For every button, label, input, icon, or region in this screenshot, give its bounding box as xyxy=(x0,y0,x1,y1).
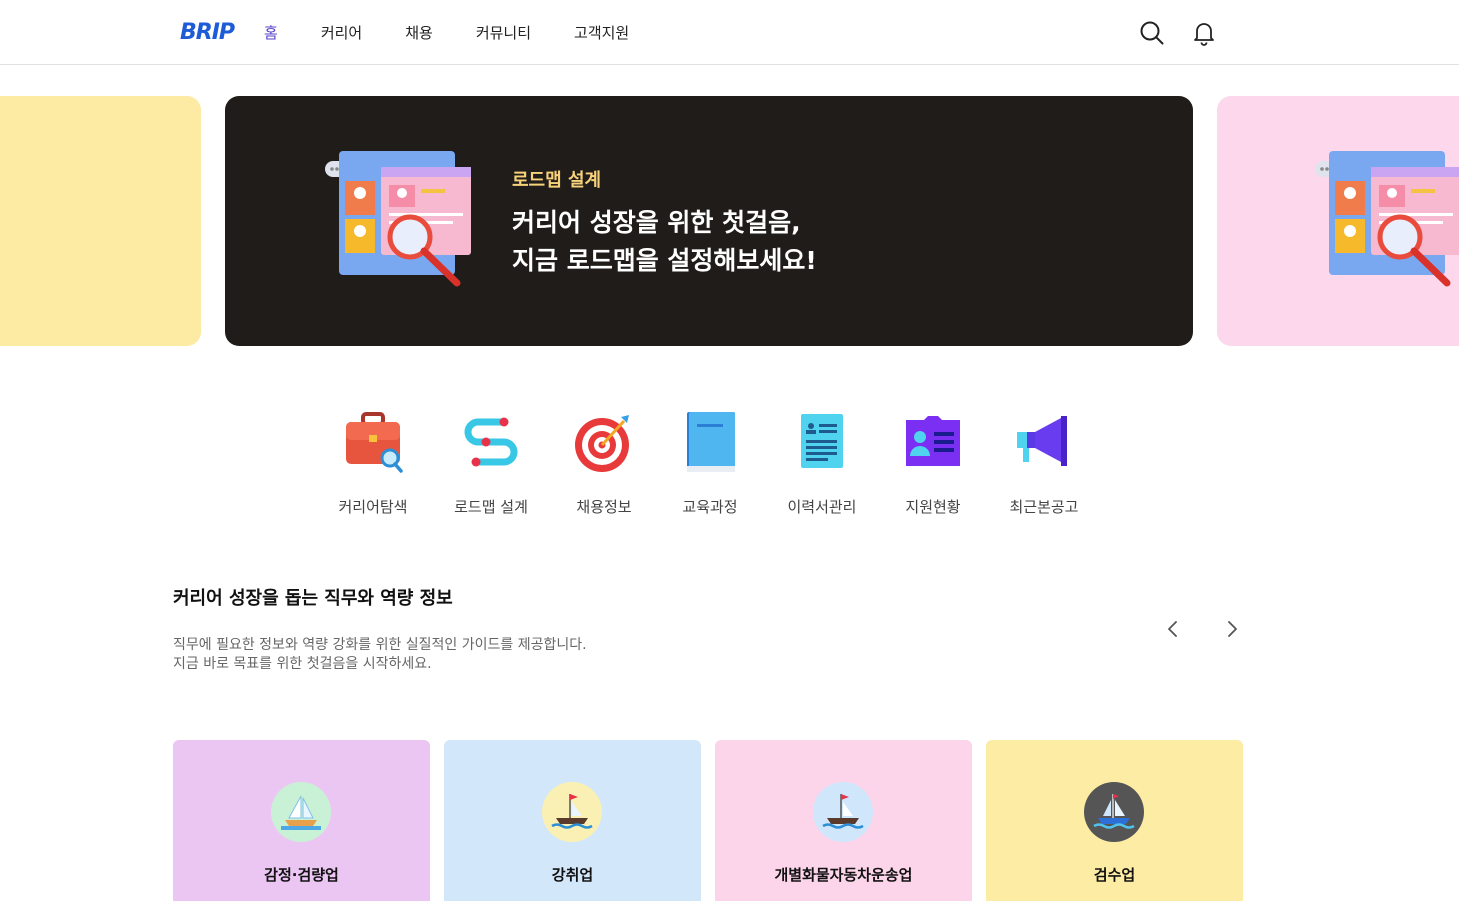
quick-label: 교육과정 xyxy=(682,498,738,516)
sailboat-icon xyxy=(1084,782,1144,842)
quick-recruit-info[interactable]: 채용정보 xyxy=(549,408,659,517)
nav-home[interactable]: 홈 xyxy=(264,22,278,43)
nav-support[interactable]: 고객지원 xyxy=(574,22,629,43)
nav-community[interactable]: 커뮤니티 xyxy=(476,22,531,43)
quick-education[interactable]: 교육과정 xyxy=(655,408,765,517)
card-label: 강취업 xyxy=(551,866,594,884)
target-dart-icon xyxy=(569,408,639,478)
quick-recent-postings[interactable]: 최근본공고 xyxy=(989,408,1099,517)
section-desc-line2: 지금 바로 목표를 위한 첫걸음을 시작하세요. xyxy=(173,656,432,672)
quick-label: 채용정보 xyxy=(576,498,632,516)
quick-label: 지원현황 xyxy=(905,498,961,516)
resume-magnifier-illustration xyxy=(1315,151,1459,295)
section-desc-line1: 직무에 필요한 정보와 역량 강화를 위한 실질적인 가이드를 제공합니다. xyxy=(173,637,587,653)
ship-icon xyxy=(813,782,873,842)
job-card[interactable]: 강취업 xyxy=(444,740,701,901)
brip-logo[interactable]: BRIP xyxy=(180,20,235,45)
quick-resume-manage[interactable]: 이력서관리 xyxy=(767,408,877,517)
resume-magnifier-illustration xyxy=(325,151,475,295)
quick-label: 커리어탐색 xyxy=(338,498,408,516)
job-card[interactable]: 개별화물자동차운송업 xyxy=(715,740,972,901)
bell-icon[interactable] xyxy=(1191,20,1217,46)
quick-application-status[interactable]: 지원현황 xyxy=(878,408,988,517)
chevron-right-icon[interactable] xyxy=(1219,616,1245,642)
card-label: 검수업 xyxy=(1093,866,1136,884)
card-label: 감정·검량업 xyxy=(264,866,339,884)
nav-career[interactable]: 커리어 xyxy=(321,22,362,43)
roadmap-path-icon xyxy=(456,408,526,478)
nav-recruit[interactable]: 채용 xyxy=(405,22,433,43)
quick-label: 최근본공고 xyxy=(1009,498,1079,516)
banner-slide-current[interactable]: 로드맵 설계 커리어 성장을 위한 첫걸음, 지금 로드맵을 설정해보세요! xyxy=(225,96,1193,346)
banner-kicker: 로드맵 설계 xyxy=(512,170,602,191)
megaphone-icon xyxy=(1009,408,1079,478)
quick-label: 로드맵 설계 xyxy=(454,498,528,516)
banner-title-line1: 커리어 성장을 위한 첫걸음, xyxy=(512,208,801,237)
banner-text: 로드맵 설계 커리어 성장을 위한 첫걸음, 지금 로드맵을 설정해보세요! xyxy=(512,166,817,280)
chevron-left-icon[interactable] xyxy=(1160,616,1186,642)
quick-roadmap[interactable]: 로드맵 설계 xyxy=(436,408,546,517)
briefcase-search-icon xyxy=(338,408,408,478)
main-nav: 홈 커리어 채용 커뮤니티 고객지원 xyxy=(264,0,672,65)
logo-text: BRIP xyxy=(180,20,235,45)
top-header: BRIP 홈 커리어 채용 커뮤니티 고객지원 xyxy=(0,0,1459,65)
book-icon xyxy=(675,408,745,478)
card-label: 개별화물자동차운송업 xyxy=(774,866,913,884)
sailboat-icon xyxy=(271,782,331,842)
search-icon[interactable] xyxy=(1139,20,1165,46)
quick-career-explore[interactable]: 커리어탐색 xyxy=(318,408,428,517)
quick-label: 이력서관리 xyxy=(787,498,857,516)
banner-slide-next[interactable] xyxy=(1217,96,1459,346)
banner-title-line2: 지금 로드맵을 설정해보세요! xyxy=(512,246,817,275)
id-card-icon xyxy=(898,408,968,478)
ship-icon xyxy=(542,782,602,842)
section-description: 직무에 필요한 정보와 역량 강화를 위한 실질적인 가이드를 제공합니다. 지… xyxy=(173,636,587,674)
job-card[interactable]: 검수업 xyxy=(986,740,1243,901)
section-title: 커리어 성장을 돕는 직무와 역량 정보 xyxy=(173,588,453,609)
job-card[interactable]: 감정·검량업 xyxy=(173,740,430,901)
banner-slide-prev[interactable] xyxy=(0,96,201,346)
resume-document-icon xyxy=(787,408,857,478)
